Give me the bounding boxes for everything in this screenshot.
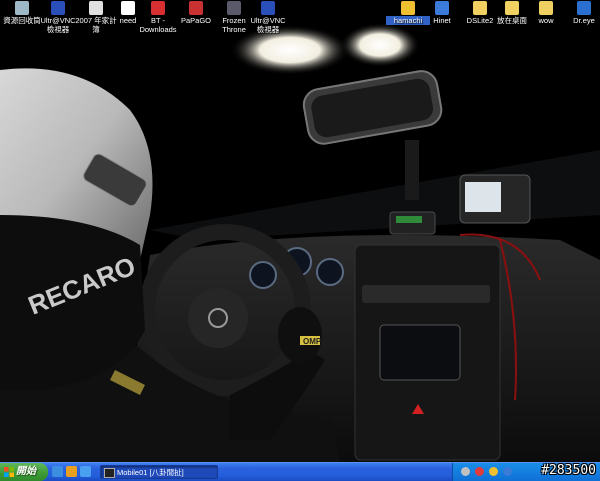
- windows-logo-icon: [4, 467, 14, 477]
- desktop-icon[interactable]: Ultr@VNC 檢視器: [246, 1, 290, 34]
- desktop-shortcut-icon: [89, 1, 103, 15]
- tray-security-icon[interactable]: [475, 467, 484, 476]
- desktop-shortcut-icon: [15, 1, 29, 15]
- desktop-icon-label: Dr.eye: [573, 16, 595, 25]
- desktop-shortcut-icon: [505, 1, 519, 15]
- desktop-shortcut-icon: [539, 1, 553, 15]
- browser-icon[interactable]: [80, 466, 91, 477]
- show-desktop-icon[interactable]: [52, 466, 63, 477]
- desktop-shortcut-icon: [189, 1, 203, 15]
- desktop-shortcut-icon: [473, 1, 487, 15]
- window-app-icon: [104, 468, 115, 478]
- desktop-shortcut-icon: [151, 1, 165, 15]
- desktop-shortcut-icon: [261, 1, 275, 15]
- start-label: 開始: [16, 466, 36, 477]
- desktop-icon[interactable]: Dr.eye: [562, 1, 600, 25]
- desktop-icon-label: Ultr@VNC 檢視器: [250, 16, 286, 34]
- desktop-shortcut-icon: [577, 1, 591, 15]
- media-player-icon[interactable]: [66, 466, 77, 477]
- taskbar-window-button[interactable]: Mobile01 [八卦閒扯]: [100, 465, 218, 479]
- desktop-shortcut-icon: [401, 1, 415, 15]
- taskbar-window-label: Mobile01 [八卦閒扯]: [117, 468, 184, 477]
- tray-network-icon[interactable]: [461, 467, 470, 476]
- start-button[interactable]: 開始: [0, 463, 48, 481]
- glove-omp-logo: OMP: [303, 337, 322, 346]
- desktop-shortcut-icon: [51, 1, 65, 15]
- desktop-shortcut-icon: [227, 1, 241, 15]
- tray-volume-icon[interactable]: [503, 467, 512, 476]
- tray-hamachi-icon[interactable]: [489, 467, 498, 476]
- desktop-shortcut-icon: [121, 1, 135, 15]
- desktop-wallpaper: RECARO OMP: [0, 0, 600, 462]
- taskbar: 開始 Mobile01 [八卦閒扯]: [0, 462, 600, 481]
- desktop-shortcut-icon: [435, 1, 449, 15]
- image-id-watermark: #283500: [541, 463, 596, 478]
